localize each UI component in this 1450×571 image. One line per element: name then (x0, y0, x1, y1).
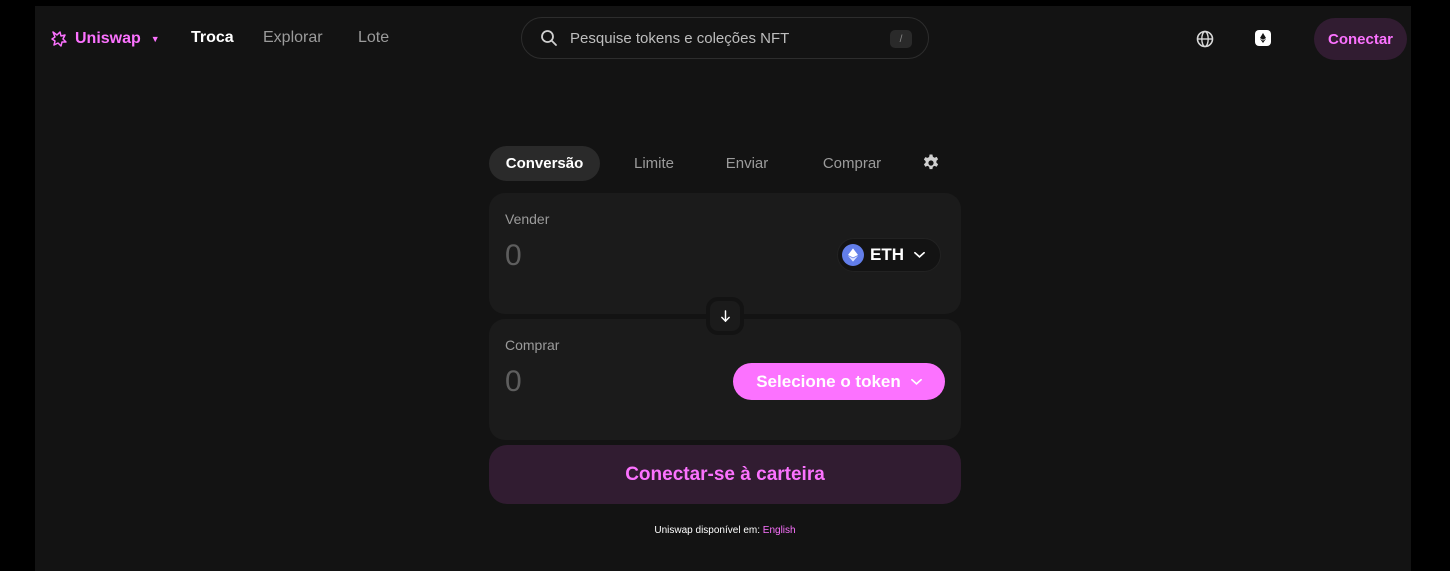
select-token-label: Selecione o token (756, 371, 901, 391)
nav-troca[interactable]: Troca (191, 29, 234, 47)
sell-label: Vender (505, 211, 550, 227)
tab-limite[interactable]: Limite (621, 146, 687, 181)
app-page: Uniswap ▼ Troca Explorar Lote Pesquise t… (35, 6, 1411, 571)
search-bar[interactable]: Pesquise tokens e coleções NFT / (521, 17, 929, 59)
nav-lote[interactable]: Lote (358, 29, 389, 47)
eth-icon (842, 244, 864, 266)
search-shortcut-key: / (890, 30, 912, 48)
left-edge (5, 6, 35, 571)
sell-token-symbol: ETH (870, 245, 904, 264)
swap-tabs: Conversão Limite Enviar Comprar (489, 146, 961, 182)
buy-amount-input[interactable]: 0 (505, 365, 765, 399)
tab-enviar[interactable]: Enviar (714, 146, 780, 181)
search-placeholder: Pesquise tokens e coleções NFT (570, 29, 790, 47)
footer-text: Uniswap disponível em: (654, 525, 760, 536)
sell-amount-input[interactable]: 0 (505, 239, 765, 273)
switch-direction-button[interactable] (706, 297, 744, 335)
eth-square-icon[interactable] (1254, 29, 1272, 47)
buy-panel: Comprar 0 Selecione o token (489, 319, 961, 440)
brand-menu[interactable]: Uniswap ▼ (49, 27, 160, 51)
globe-icon[interactable] (1196, 30, 1214, 48)
arrow-down-icon (720, 309, 731, 323)
tab-comprar[interactable]: Comprar (812, 146, 892, 181)
tab-conversao[interactable]: Conversão (489, 146, 600, 181)
language-link[interactable]: English (763, 525, 796, 536)
caret-down-icon: ▼ (150, 34, 160, 44)
top-nav: Uniswap ▼ Troca Explorar Lote Pesquise t… (35, 6, 1411, 72)
sell-panel: Vender 0 ETH (489, 193, 961, 314)
brand-name: Uniswap (75, 30, 141, 47)
sell-token-selector[interactable]: ETH (837, 238, 941, 272)
connect-button[interactable]: Conectar (1314, 18, 1407, 60)
language-footer: Uniswap disponível em: English (489, 525, 961, 536)
unicorn-logo-icon (49, 29, 69, 49)
chevron-down-icon (910, 378, 922, 386)
nav-explorar[interactable]: Explorar (263, 29, 323, 47)
chevron-down-icon (914, 251, 925, 259)
connect-wallet-button[interactable]: Conectar-se à carteira (489, 445, 961, 504)
select-token-button[interactable]: Selecione o token (733, 363, 945, 400)
buy-label: Comprar (505, 337, 560, 353)
search-icon (540, 29, 558, 47)
gear-icon[interactable] (921, 153, 941, 173)
